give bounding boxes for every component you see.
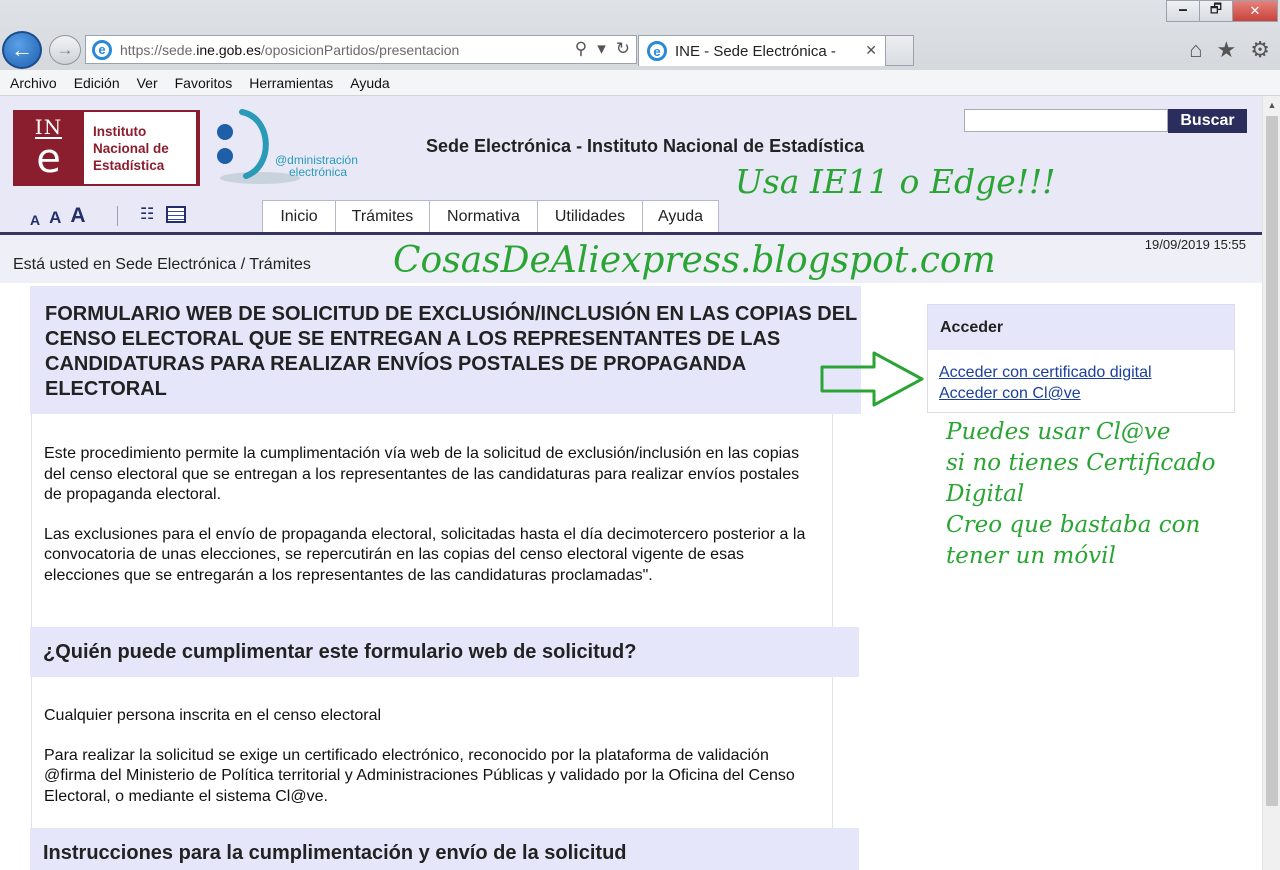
url-host: ine.gob.es: [196, 41, 261, 58]
search-icon[interactable]: ⚲: [575, 39, 587, 59]
nav-normativa[interactable]: Normativa: [429, 200, 538, 233]
intro-paragraph: Las exclusiones para el envío de propaga…: [44, 525, 806, 584]
restore-button[interactable]: 🗗: [1199, 0, 1233, 22]
font-medium-button[interactable]: A: [49, 208, 61, 228]
arrow-left-icon: ←: [11, 37, 33, 62]
web-page: IN e Instituto Nacional de Estadística @…: [0, 96, 1262, 870]
address-url[interactable]: https://sede.ine.gob.es/oposicionPartido…: [120, 42, 459, 58]
page-title: FORMULARIO WEB DE SOLICITUD DE EXCLUSIÓN…: [30, 286, 861, 414]
nav-inicio[interactable]: Inicio: [262, 200, 336, 233]
menu-ver[interactable]: Ver: [137, 75, 158, 91]
home-icon[interactable]: ⌂: [1189, 37, 1202, 63]
arrow-right-icon: →: [56, 40, 74, 59]
font-size-controls: A A A: [30, 204, 86, 228]
nav-tramites[interactable]: Trámites: [335, 200, 430, 233]
url-path: /oposicionPartidos/presentacion: [260, 41, 460, 58]
font-small-button[interactable]: A: [30, 212, 40, 228]
ie-icon: e: [92, 39, 112, 60]
site-header: IN e Instituto Nacional de Estadística @…: [0, 96, 1262, 233]
clave-note-line: tener un móvil: [946, 543, 1116, 569]
access-links: Acceder con certificado digital Acceder …: [928, 350, 1234, 404]
dropdown-icon[interactable]: ▾: [597, 39, 606, 59]
access-clave-link[interactable]: Acceder con Cl@ve: [939, 383, 1234, 404]
menu-archivo[interactable]: Archivo: [10, 75, 57, 91]
access-certificate-link[interactable]: Acceder con certificado digital: [939, 362, 1234, 383]
page-scrollbar[interactable]: ▲: [1262, 96, 1280, 870]
sitemap-icon[interactable]: ☷: [140, 206, 158, 224]
green-arrow-icon: [820, 351, 924, 407]
browser-tab[interactable]: e INE - Sede Electrónica - ✕: [638, 35, 886, 66]
address-tools: ⚲ ▾ ↻: [575, 39, 630, 59]
browser-toolbar-icons: ⌂ ★ ⚙: [1189, 37, 1270, 63]
refresh-icon[interactable]: ↻: [616, 39, 630, 59]
clave-note-line: Puedes usar Cl@ve: [946, 419, 1171, 445]
admin-electronica-text: @dministración electrónica: [275, 154, 358, 178]
site-search-input[interactable]: [964, 109, 1168, 132]
menu-ayuda[interactable]: Ayuda: [350, 75, 389, 91]
section-paragraph: Cualquier persona inscrita en el censo e…: [44, 707, 382, 724]
scroll-up-icon[interactable]: ▲: [1263, 96, 1280, 114]
close-window-button[interactable]: ✕: [1232, 0, 1278, 22]
menu-edicion[interactable]: Edición: [74, 75, 120, 91]
blog-annotation: CosasDeAliexpress.blogspot.com: [393, 240, 996, 281]
favorites-star-icon[interactable]: ★: [1217, 37, 1237, 63]
section-heading-quien: ¿Quién puede cumplimentar este formulari…: [30, 627, 859, 677]
ine-logo-mark: IN e: [15, 112, 82, 184]
access-panel: Acceder Acceder con certificado digital …: [927, 304, 1235, 413]
browser-titlebar: 🗕 🗗 ✕ ← → e https://sede.ine.gob.es/opos…: [0, 0, 1280, 70]
clave-note-line: Creo que bastaba con: [946, 512, 1201, 538]
section-heading-instrucciones: Instrucciones para la cumplimentación y …: [30, 828, 859, 870]
section-paragraph: Para realizar la solicitud se exige un c…: [44, 746, 795, 805]
quien-section: Cualquier persona inscrita en el censo e…: [31, 677, 833, 828]
nav-ayuda[interactable]: Ayuda: [642, 200, 719, 233]
toolbar-divider: [117, 206, 118, 226]
current-datetime: 19/09/2019 15:55: [1144, 237, 1246, 252]
new-tab-button[interactable]: [886, 35, 914, 66]
back-button[interactable]: ←: [2, 31, 42, 69]
admin-text-line: electrónica: [289, 165, 348, 179]
clave-note-annotation: Puedes usar Cl@ve si no tienes Certifica…: [946, 417, 1216, 572]
tab-title: INE - Sede Electrónica -: [675, 42, 836, 60]
logo-name-line: Instituto: [93, 124, 147, 139]
browser-note-annotation: Usa IE11 o Edge!!!: [735, 162, 1056, 201]
url-prefix: https://sede.: [120, 41, 197, 58]
calendar-icon[interactable]: [166, 206, 186, 223]
forward-button[interactable]: →: [49, 35, 81, 65]
nav-utilidades[interactable]: Utilidades: [537, 200, 643, 233]
clave-note-line: Digital: [946, 481, 1025, 507]
logo-mark-bottom: e: [36, 135, 61, 182]
logo-name-line: Estadística: [93, 158, 165, 173]
settings-gear-icon[interactable]: ⚙: [1250, 37, 1270, 63]
main-navigation: Inicio Trámites Normativa Utilidades Ayu…: [262, 200, 719, 233]
scroll-thumb[interactable]: [1266, 116, 1278, 806]
minimize-button[interactable]: 🗕: [1166, 0, 1200, 22]
intro-section: Este procedimiento permite la cumpliment…: [31, 414, 833, 627]
logo-name-line: Nacional de: [93, 141, 169, 156]
intro-paragraph: Este procedimiento permite la cumpliment…: [44, 445, 800, 504]
tab-favicon-icon: e: [647, 41, 667, 61]
access-panel-title: Acceder: [928, 305, 1234, 350]
clave-note-line: si no tienes Certificado: [946, 450, 1216, 476]
window-controls: 🗕 🗗 ✕: [1166, 0, 1278, 22]
site-title: Sede Electrónica - Instituto Nacional de…: [426, 136, 865, 156]
ine-logo[interactable]: IN e Instituto Nacional de Estadística: [13, 110, 200, 186]
menu-favoritos[interactable]: Favoritos: [175, 75, 233, 91]
address-bar[interactable]: e https://sede.ine.gob.es/oposicionParti…: [85, 35, 637, 64]
ine-logo-name: Instituto Nacional de Estadística: [82, 112, 196, 184]
menu-bar: Archivo Edición Ver Favoritos Herramient…: [0, 70, 1280, 96]
breadcrumb: Está usted en Sede Electrónica / Trámite…: [13, 256, 311, 273]
font-large-button[interactable]: A: [70, 204, 85, 228]
menu-herramientas[interactable]: Herramientas: [249, 75, 333, 91]
tab-close-icon[interactable]: ✕: [865, 42, 877, 59]
search-button[interactable]: Buscar: [1168, 109, 1247, 133]
